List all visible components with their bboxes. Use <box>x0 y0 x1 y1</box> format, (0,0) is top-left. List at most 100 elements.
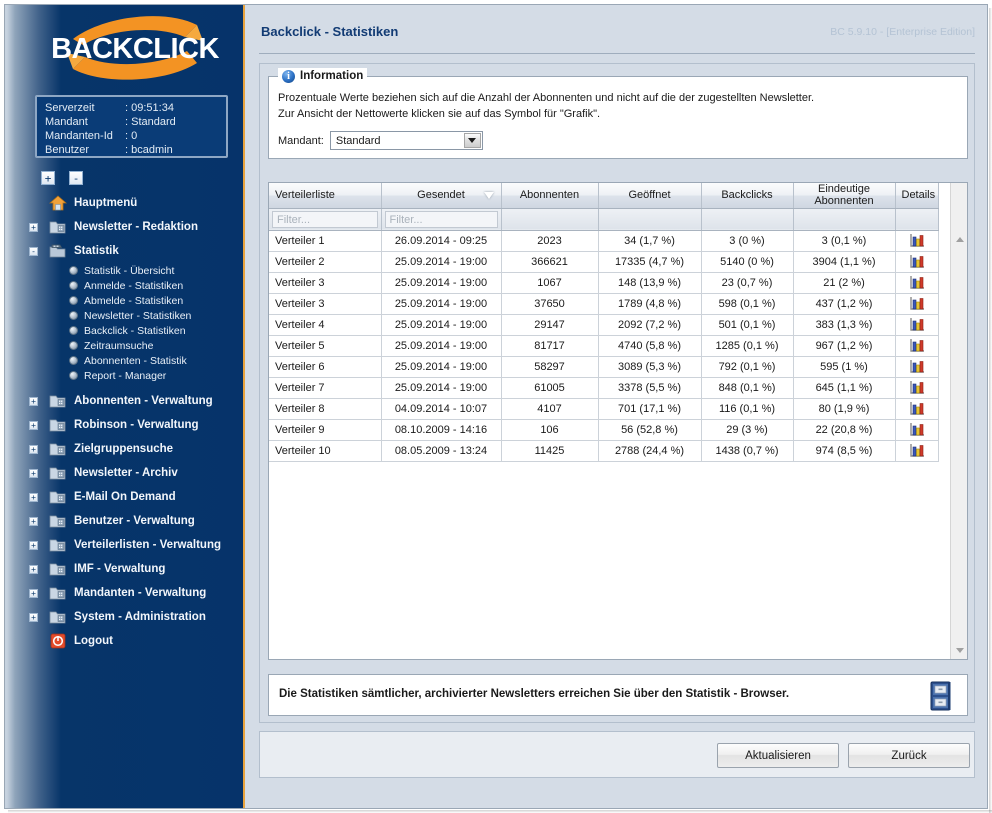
sidebar-subitem-newsletter-statistiken[interactable]: Newsletter - Statistiken <box>5 308 245 323</box>
cell-abonnenten: 37650 <box>501 293 598 314</box>
cell-details[interactable] <box>895 251 938 272</box>
file-cabinet-icon[interactable] <box>924 679 957 713</box>
table-row[interactable]: Verteiler 10 08.05.2009 - 13:24 11425 27… <box>269 440 938 461</box>
sidebar-item-hauptmenu[interactable]: Hauptmenü <box>5 191 245 215</box>
sidebar-subitem-backclick-statistiken[interactable]: Backclick - Statistiken <box>5 323 245 338</box>
column-header-details[interactable]: Details <box>895 183 938 208</box>
expander-icon[interactable]: + <box>29 517 38 526</box>
bar-chart-icon[interactable] <box>909 338 925 353</box>
column-header-geoeffnet[interactable]: Geöffnet <box>598 183 701 208</box>
cell-eindeutige-abonnenten: 3904 (1,1 %) <box>793 251 895 272</box>
cell-details[interactable] <box>895 419 938 440</box>
cell-details[interactable] <box>895 377 938 398</box>
statistik-browser-button[interactable] <box>924 679 957 718</box>
bar-chart-icon[interactable] <box>909 359 925 374</box>
expander-icon[interactable]: + <box>29 469 38 478</box>
cell-eindeutige-abonnenten: 80 (1,9 %) <box>793 398 895 419</box>
table-row[interactable]: Verteiler 3 25.09.2014 - 19:00 37650 178… <box>269 293 938 314</box>
cell-details[interactable] <box>895 356 938 377</box>
sidebar-item-imf-verwaltung[interactable]: + IMF - Verwaltung <box>5 557 245 581</box>
cell-details[interactable] <box>895 230 938 251</box>
sidebar-item-robinson-verwaltung[interactable]: + Robinson - Verwaltung <box>5 413 245 437</box>
cell-gesendet: 04.09.2014 - 10:07 <box>381 398 501 419</box>
sidebar-subitem-report-manager[interactable]: Report - Manager <box>5 368 245 383</box>
cell-eindeutige-abonnenten: 974 (8,5 %) <box>793 440 895 461</box>
chevron-down-icon[interactable] <box>464 133 481 148</box>
expander-icon[interactable]: + <box>29 493 38 502</box>
column-header-verteilerliste[interactable]: Verteilerliste <box>269 183 381 208</box>
sidebar-subitem-abonnenten-statistik[interactable]: Abonnenten - Statistik <box>5 353 245 368</box>
cell-details[interactable] <box>895 293 938 314</box>
bar-chart-icon[interactable] <box>909 233 925 248</box>
sidebar-item-benutzer-verwaltung[interactable]: + Benutzer - Verwaltung <box>5 509 245 533</box>
bar-chart-icon[interactable] <box>909 443 925 458</box>
column-header-eindeutige-abonnenten[interactable]: Eindeutige Abonnenten <box>793 183 895 208</box>
vertical-scrollbar[interactable] <box>950 183 967 659</box>
sidebar-item-system-administration[interactable]: + System - Administration <box>5 605 245 629</box>
expander-icon[interactable]: + <box>29 565 38 574</box>
expander-icon[interactable]: + <box>29 589 38 598</box>
expander-icon[interactable]: - <box>29 247 38 256</box>
refresh-button[interactable]: Aktualisieren <box>717 743 839 768</box>
sidebar-item-abonnenten-verwaltung[interactable]: + Abonnenten - Verwaltung <box>5 389 245 413</box>
table-row[interactable]: Verteiler 8 04.09.2014 - 10:07 4107 701 … <box>269 398 938 419</box>
table-row[interactable]: Verteiler 2 25.09.2014 - 19:00 366621 17… <box>269 251 938 272</box>
expand-all-button[interactable]: + <box>41 171 55 185</box>
table-row[interactable]: Verteiler 7 25.09.2014 - 19:00 61005 337… <box>269 377 938 398</box>
expander-icon[interactable]: + <box>29 613 38 622</box>
table-row[interactable]: Verteiler 9 08.10.2009 - 14:16 106 56 (5… <box>269 419 938 440</box>
cell-abonnenten: 106 <box>501 419 598 440</box>
bullet-icon <box>69 311 78 320</box>
sidebar-item-email-on-demand[interactable]: + E-Mail On Demand <box>5 485 245 509</box>
back-button[interactable]: Zurück <box>848 743 970 768</box>
bar-chart-icon[interactable] <box>909 380 925 395</box>
folder-icon <box>49 513 67 529</box>
bar-chart-icon[interactable] <box>909 296 925 311</box>
sidebar-item-mandanten-verwaltung[interactable]: + Mandanten - Verwaltung <box>5 581 245 605</box>
sidebar-subitem-anmelde-statistiken[interactable]: Anmelde - Statistiken <box>5 278 245 293</box>
cell-details[interactable] <box>895 440 938 461</box>
sidebar-subitem-zeitraumsuche[interactable]: Zeitraumsuche <box>5 338 245 353</box>
bar-chart-icon[interactable] <box>909 422 925 437</box>
collapse-all-button[interactable]: - <box>69 171 83 185</box>
cell-details[interactable] <box>895 272 938 293</box>
table-row[interactable]: Verteiler 6 25.09.2014 - 19:00 58297 308… <box>269 356 938 377</box>
sidebar-item-zielgruppensuche[interactable]: + Zielgruppensuche <box>5 437 245 461</box>
mandant-select[interactable]: Standard <box>330 131 483 150</box>
expander-icon[interactable]: + <box>29 445 38 454</box>
bullet-icon <box>69 356 78 365</box>
cell-details[interactable] <box>895 398 938 419</box>
filter-input-verteilerliste[interactable] <box>272 211 378 228</box>
sidebar-item-verteilerlisten-verwaltung[interactable]: + Verteilerlisten - Verwaltung <box>5 533 245 557</box>
sidebar-item-statistik[interactable]: - Statistik <box>5 239 245 263</box>
bar-chart-icon[interactable] <box>909 275 925 290</box>
cell-details[interactable] <box>895 335 938 356</box>
expander-icon[interactable]: + <box>29 223 38 232</box>
bar-chart-icon[interactable] <box>909 401 925 416</box>
table-row[interactable]: Verteiler 4 25.09.2014 - 19:00 29147 209… <box>269 314 938 335</box>
cell-eindeutige-abonnenten: 967 (1,2 %) <box>793 335 895 356</box>
bar-chart-icon[interactable] <box>909 317 925 332</box>
sidebar-item-logout[interactable]: Logout <box>5 629 245 653</box>
expander-icon[interactable]: + <box>29 541 38 550</box>
sidebar-subitem-abmelde-statistiken[interactable]: Abmelde - Statistiken <box>5 293 245 308</box>
cell-abonnenten: 58297 <box>501 356 598 377</box>
expander-icon[interactable]: + <box>29 397 38 406</box>
home-icon <box>49 195 67 211</box>
sidebar-item-newsletter-redaktion[interactable]: + Newsletter - Redaktion <box>5 215 245 239</box>
sidebar-item-label: Zielgruppensuche <box>74 443 173 455</box>
table-row[interactable]: Verteiler 1 26.09.2014 - 09:25 2023 34 (… <box>269 230 938 251</box>
column-header-backclicks[interactable]: Backclicks <box>701 183 793 208</box>
expander-icon[interactable]: + <box>29 421 38 430</box>
column-header-gesendet[interactable]: Gesendet <box>381 183 501 208</box>
sidebar-subitem-statistik-uebersicht[interactable]: Statistik - Übersicht <box>5 263 245 278</box>
table-row[interactable]: Verteiler 3 25.09.2014 - 19:00 1067 148 … <box>269 272 938 293</box>
cell-details[interactable] <box>895 314 938 335</box>
bar-chart-icon[interactable] <box>909 254 925 269</box>
filter-input-gesendet[interactable] <box>385 211 498 228</box>
column-header-abonnenten[interactable]: Abonnenten <box>501 183 598 208</box>
scroll-up-button[interactable] <box>951 231 968 248</box>
sidebar-item-newsletter-archiv[interactable]: + Newsletter - Archiv <box>5 461 245 485</box>
scroll-down-button[interactable] <box>951 642 968 659</box>
table-row[interactable]: Verteiler 5 25.09.2014 - 19:00 81717 474… <box>269 335 938 356</box>
